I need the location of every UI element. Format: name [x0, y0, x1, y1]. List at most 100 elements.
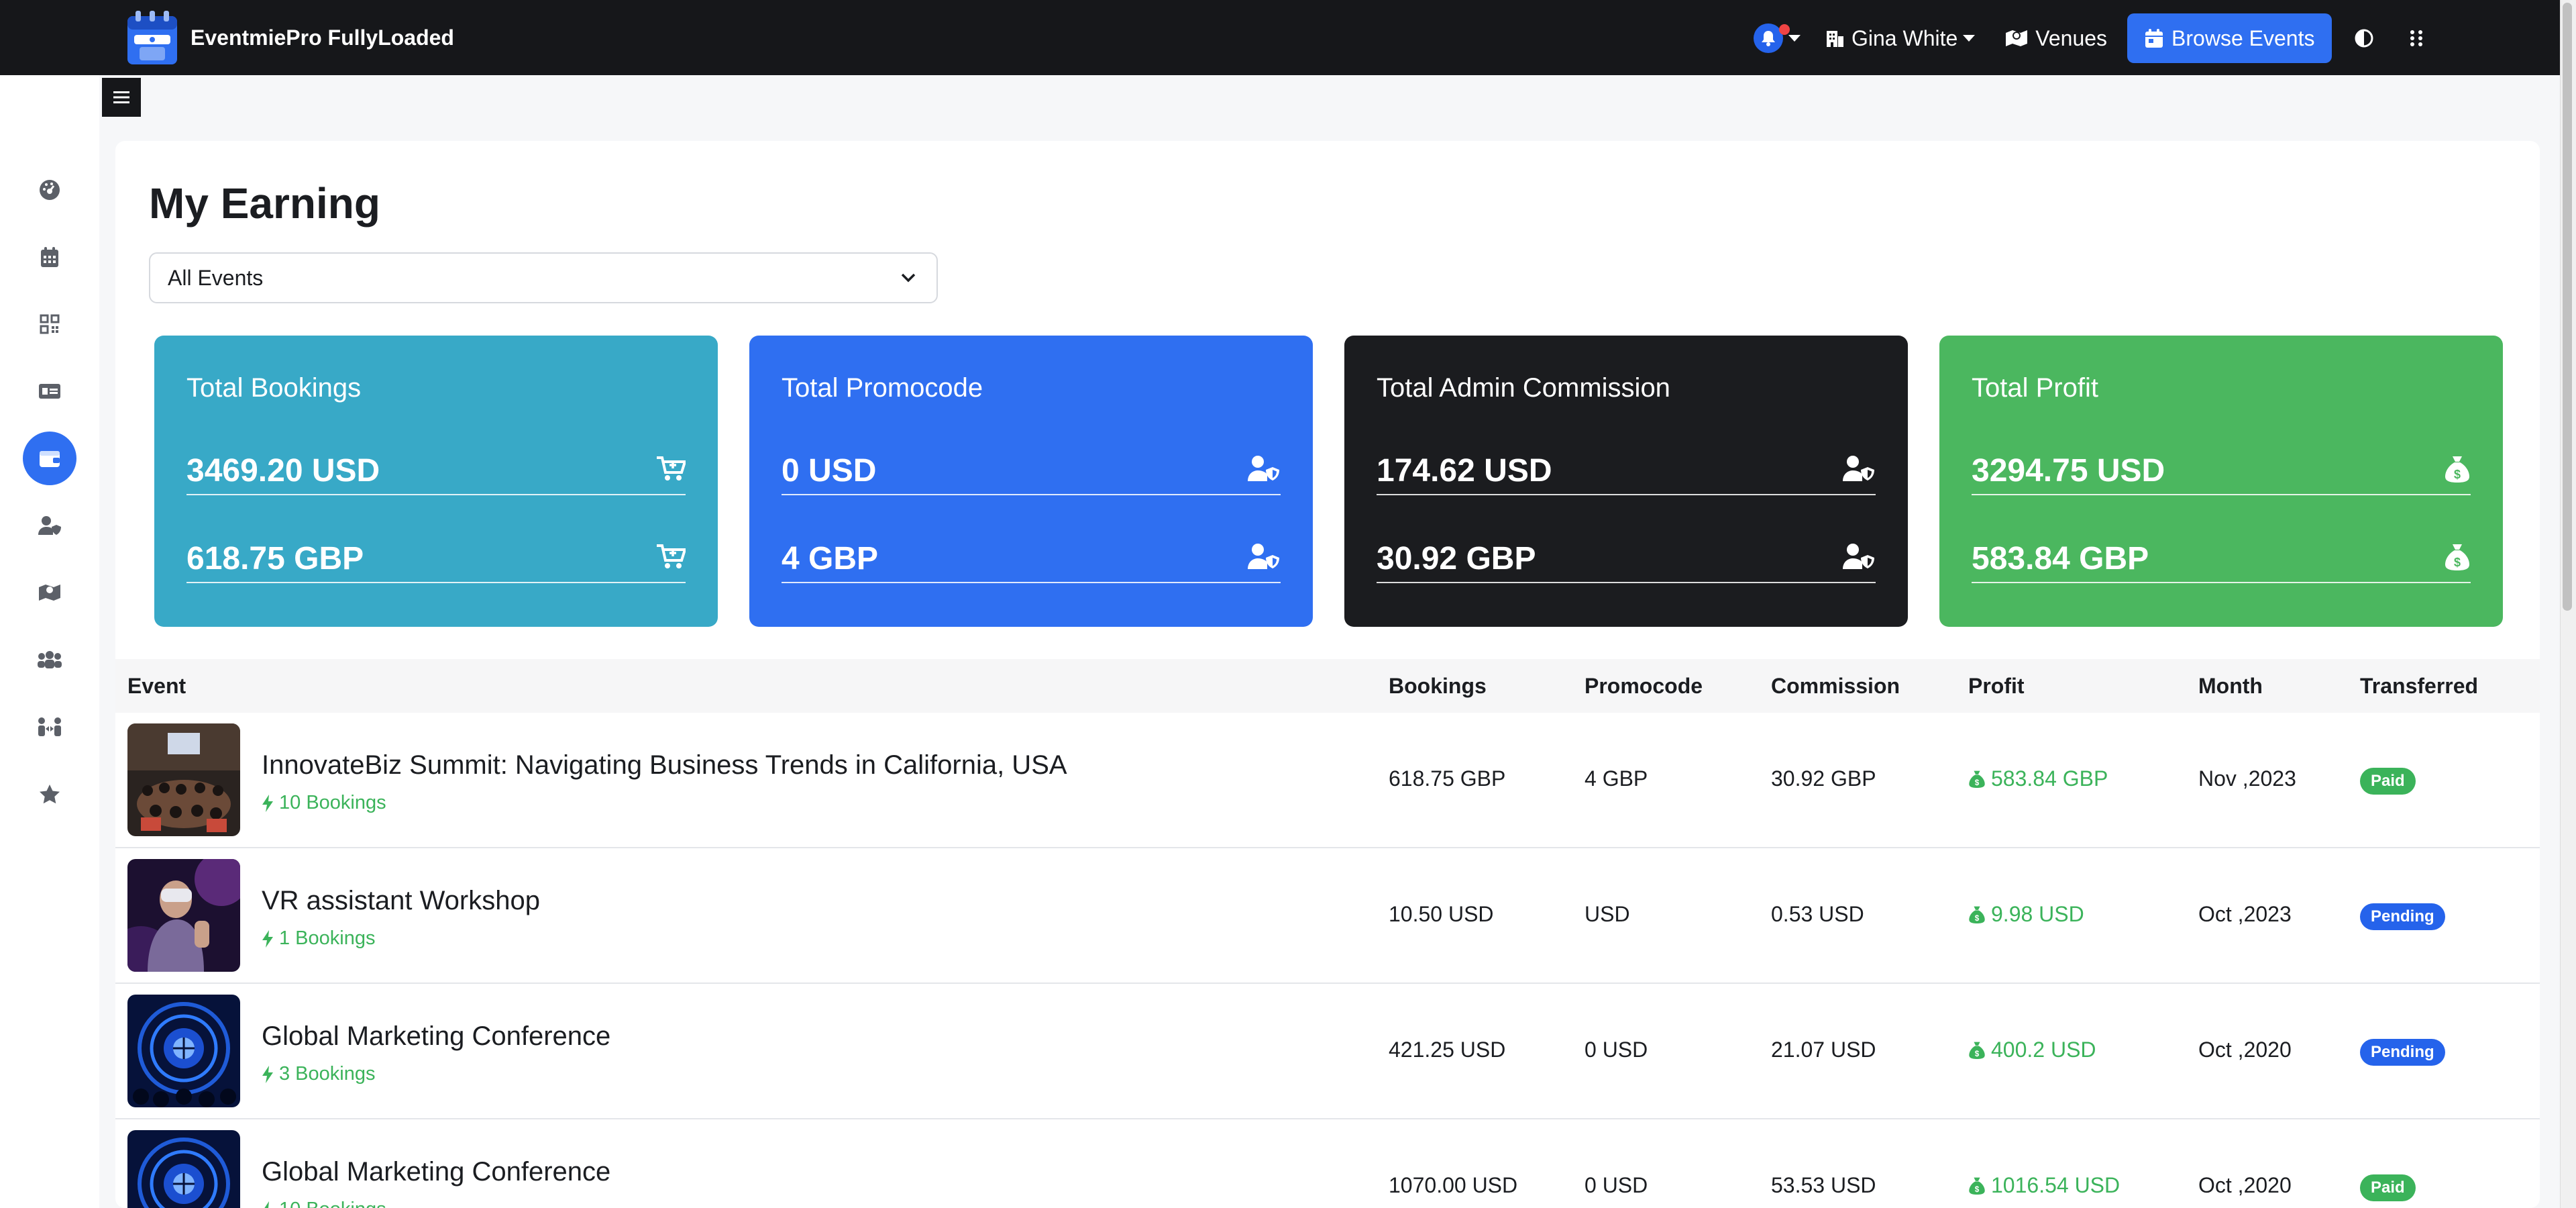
bookings-count-label: 10 Bookings — [279, 1199, 386, 1208]
card-title: Total Promocode — [782, 373, 983, 403]
table-row[interactable]: InnovateBiz Summit: Navigating Business … — [115, 713, 2540, 848]
bookings-amount: 618.75 GBP — [1389, 766, 1506, 791]
table-row[interactable]: Global Marketing Conference 3 Bookings 4… — [115, 984, 2540, 1119]
svg-text:$: $ — [1975, 1185, 1980, 1194]
svg-text:$: $ — [1975, 1050, 1980, 1058]
sidebar-item-reviews[interactable] — [23, 767, 76, 821]
status-badge: Pending — [2360, 1039, 2445, 1066]
event-bookings-count: 10 Bookings — [262, 1199, 386, 1208]
building-icon — [1825, 28, 1845, 48]
browse-events-button[interactable]: Browse Events — [2127, 13, 2332, 63]
event-title[interactable]: VR assistant Workshop — [262, 886, 540, 916]
event-bookings-count: 1 Bookings — [262, 927, 376, 950]
sidebar-item-bookings[interactable] — [23, 364, 76, 418]
status-badge: Paid — [2360, 768, 2416, 795]
card-amount-gbp: 618.75 GBP — [186, 541, 364, 576]
cart-icon — [656, 543, 686, 570]
commission-amount: 30.92 GBP — [1771, 766, 1876, 791]
top-navbar: EventmiePro FullyLoaded Gina White Venue… — [0, 0, 2560, 75]
event-thumbnail — [127, 859, 240, 972]
brand[interactable]: EventmiePro FullyLoaded — [126, 9, 454, 66]
bookings-count-label: 3 Bookings — [279, 1063, 376, 1085]
money-bag-icon: $ — [1968, 770, 1986, 789]
bookings-amount: 421.25 USD — [1389, 1038, 1506, 1062]
card-amount-gbp: 4 GBP — [782, 541, 879, 576]
bookings-amount: 1070.00 USD — [1389, 1173, 1518, 1197]
star-icon — [38, 783, 61, 805]
column-header-month: Month — [2198, 674, 2263, 698]
theme-toggle-button[interactable] — [2344, 15, 2384, 62]
svg-text:$: $ — [2454, 468, 2461, 481]
bolt-icon — [262, 929, 274, 948]
sidebar-item-attendees[interactable] — [23, 633, 76, 687]
card-title: Total Profit — [1972, 373, 2098, 403]
profit-amount: $ 9.98 USD — [1968, 902, 2084, 927]
event-title[interactable]: InnovateBiz Summit: Navigating Business … — [262, 750, 1067, 781]
chevron-down-icon — [900, 272, 916, 283]
event-thumbnail — [127, 723, 240, 836]
sidebar-item-users[interactable] — [23, 499, 76, 552]
profit-value: 9.98 USD — [1991, 902, 2084, 926]
wallet-icon — [38, 448, 61, 468]
bookings-count-label: 1 Bookings — [279, 927, 376, 949]
status-badge: Paid — [2360, 1174, 2416, 1201]
table-row[interactable]: Global Marketing Conference 10 Bookings … — [115, 1119, 2540, 1208]
bookings-count-label: 10 Bookings — [279, 792, 386, 813]
sidebar-toggle-button[interactable] — [102, 78, 141, 117]
money-bag-icon: $ — [1968, 1041, 1986, 1060]
column-header-commission: Commission — [1771, 674, 1900, 698]
card-amount-usd: 3469.20 USD — [186, 453, 380, 489]
chevron-down-icon — [1788, 35, 1801, 42]
svg-text:$: $ — [1975, 914, 1980, 923]
card-amount-gbp: 583.84 GBP — [1972, 541, 2149, 576]
promocode-amount: 4 GBP — [1585, 766, 1648, 791]
event-bookings-count: 10 Bookings — [262, 792, 386, 814]
promocode-amount: 0 USD — [1585, 1173, 1648, 1197]
money-bag-icon: $ — [1968, 1176, 1986, 1195]
event-filter-select[interactable]: All Events — [149, 252, 938, 303]
people-arrows-icon — [37, 717, 62, 737]
event-thumbnail — [127, 995, 240, 1107]
sidebar-item-earning[interactable] — [23, 432, 76, 485]
total-promocode-card: Total Promocode 0 USD 4 GBP — [749, 336, 1313, 627]
user-menu[interactable]: Gina White — [1810, 15, 1990, 62]
app-name: EventmiePro FullyLoaded — [191, 25, 454, 50]
contrast-icon — [2354, 28, 2374, 48]
column-header-bookings: Bookings — [1389, 674, 1487, 698]
apps-menu-button[interactable] — [2396, 15, 2436, 62]
card-amount-usd: 3294.75 USD — [1972, 453, 2165, 489]
event-filter-value: All Events — [168, 265, 264, 290]
month-value: Oct ,2020 — [2198, 1173, 2292, 1197]
page-title: My Earning — [149, 179, 380, 228]
map-icon — [2004, 28, 2029, 49]
event-title[interactable]: Global Marketing Conference — [262, 1021, 610, 1052]
notifications-dropdown[interactable] — [1744, 15, 1810, 62]
user-shield-icon — [38, 515, 62, 536]
profit-value: 583.84 GBP — [1991, 766, 2108, 791]
bolt-icon — [262, 794, 274, 813]
column-header-event: Event — [127, 674, 186, 698]
venues-link[interactable]: Venues — [1990, 15, 2122, 62]
sidebar-item-organisers[interactable] — [23, 700, 76, 754]
month-value: Oct ,2023 — [2198, 902, 2292, 926]
total-profit-card: Total Profit 3294.75 USD $ 583.84 GBP $ — [1939, 336, 2503, 627]
venues-label: Venues — [2035, 26, 2108, 50]
svg-text:$: $ — [2454, 556, 2461, 569]
chevron-down-icon — [1963, 35, 1976, 42]
user-shield-icon — [1247, 455, 1281, 482]
sidebar-item-venues[interactable] — [23, 566, 76, 619]
total-admin-commission-card: Total Admin Commission 174.62 USD 30.92 … — [1344, 336, 1908, 627]
page-scrollbar-thumb[interactable] — [2563, 3, 2572, 611]
status-badge: Pending — [2360, 903, 2445, 930]
sidebar-item-dashboard[interactable] — [23, 163, 76, 217]
grid-dots-icon — [2409, 30, 2424, 47]
card-amount-gbp: 30.92 GBP — [1377, 541, 1536, 576]
event-title[interactable]: Global Marketing Conference — [262, 1157, 610, 1187]
sidebar-item-events[interactable] — [23, 230, 76, 284]
card-amount-usd: 174.62 USD — [1377, 453, 1552, 489]
money-bag-icon: $ — [1968, 905, 1986, 924]
table-row[interactable]: VR assistant Workshop 1 Bookings 10.50 U… — [115, 848, 2540, 984]
map-icon — [38, 582, 62, 603]
sidebar-item-scanner[interactable] — [23, 297, 76, 351]
promocode-amount: USD — [1585, 902, 1630, 926]
